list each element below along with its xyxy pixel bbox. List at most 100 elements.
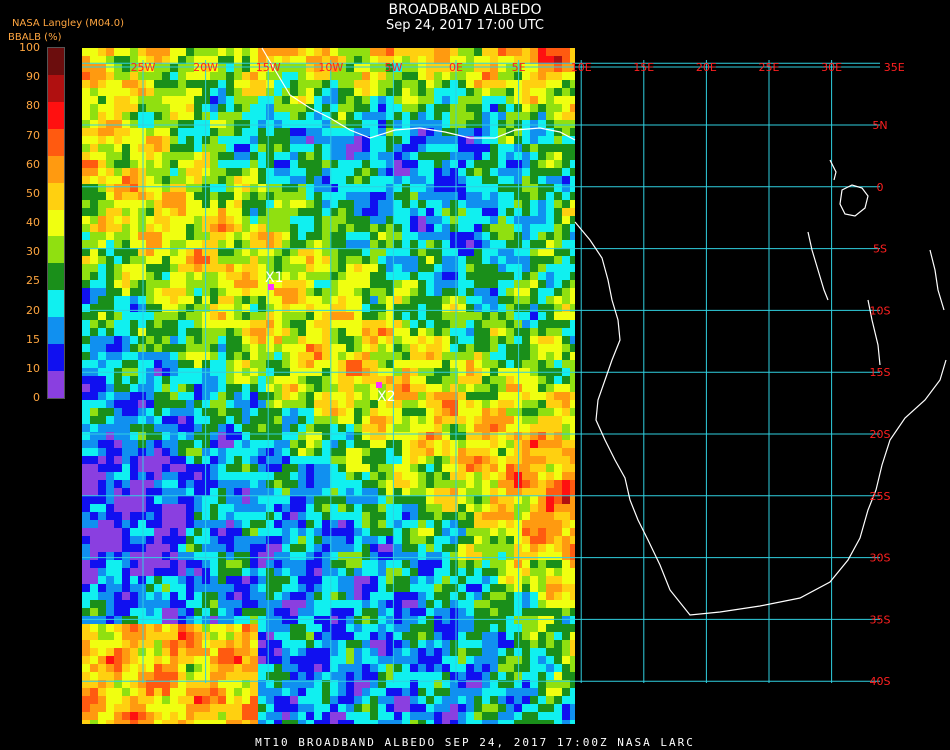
albedo-pixel <box>98 448 107 457</box>
albedo-pixel <box>490 48 499 57</box>
albedo-pixel <box>458 264 467 273</box>
albedo-pixel <box>418 512 427 521</box>
albedo-pixel <box>274 392 283 401</box>
albedo-pixel <box>458 392 467 401</box>
albedo-pixel <box>258 392 267 401</box>
albedo-pixel <box>546 328 555 337</box>
albedo-pixel <box>146 208 155 217</box>
albedo-pixel <box>338 216 347 225</box>
albedo-pixel <box>90 296 99 305</box>
albedo-pixel <box>410 600 419 609</box>
albedo-pixel <box>354 600 363 609</box>
albedo-pixel <box>466 672 475 681</box>
albedo-pixel <box>322 272 331 281</box>
albedo-pixel <box>306 472 315 481</box>
albedo-pixel <box>322 472 331 481</box>
albedo-pixel <box>274 120 283 129</box>
albedo-pixel <box>442 96 451 105</box>
albedo-pixel <box>570 408 575 417</box>
albedo-pixel <box>346 120 355 129</box>
albedo-pixel <box>402 248 411 257</box>
albedo-pixel <box>114 344 123 353</box>
albedo-pixel <box>122 240 131 249</box>
albedo-pixel <box>482 360 491 369</box>
albedo-pixel <box>98 536 107 545</box>
albedo-pixel <box>186 144 195 153</box>
albedo-pixel <box>474 448 483 457</box>
albedo-pixel <box>106 520 115 529</box>
albedo-pixel <box>418 216 427 225</box>
albedo-pixel <box>202 392 211 401</box>
albedo-pixel <box>410 456 419 465</box>
albedo-pixel <box>242 112 251 121</box>
albedo-pixel <box>154 48 163 57</box>
albedo-pixel <box>466 120 475 129</box>
albedo-pixel <box>218 472 227 481</box>
albedo-pixel <box>162 504 171 513</box>
albedo-pixel <box>490 560 499 569</box>
albedo-pixel <box>146 424 155 433</box>
albedo-pixel <box>498 272 507 281</box>
albedo-pixel <box>530 528 539 537</box>
albedo-pixel <box>466 216 475 225</box>
albedo-pixel <box>122 416 131 425</box>
albedo-pixel <box>170 200 179 209</box>
albedo-pixel <box>298 456 307 465</box>
albedo-pixel <box>346 640 355 649</box>
albedo-pixel <box>290 296 299 305</box>
albedo-pixel <box>498 432 507 441</box>
albedo-pixel <box>570 392 575 401</box>
albedo-pixel <box>554 216 563 225</box>
albedo-pixel <box>546 248 555 257</box>
albedo-pixel <box>90 376 99 385</box>
albedo-pixel <box>178 280 187 289</box>
albedo-pixel <box>170 224 179 233</box>
albedo-pixel <box>170 512 179 521</box>
albedo-pixel <box>498 312 507 321</box>
albedo-pixel <box>426 176 435 185</box>
albedo-pixel <box>202 200 211 209</box>
albedo-pixel <box>242 640 251 649</box>
albedo-pixel <box>530 64 539 73</box>
albedo-pixel <box>490 240 499 249</box>
albedo-pixel <box>282 304 291 313</box>
albedo-pixel <box>426 416 435 425</box>
albedo-pixel <box>482 600 491 609</box>
albedo-pixel <box>570 232 575 241</box>
albedo-pixel <box>482 440 491 449</box>
albedo-pixel <box>178 472 187 481</box>
albedo-pixel <box>442 440 451 449</box>
albedo-pixel <box>418 624 427 633</box>
albedo-pixel <box>250 304 259 313</box>
albedo-pixel <box>402 320 411 329</box>
albedo-pixel <box>498 472 507 481</box>
albedo-pixel <box>290 256 299 265</box>
albedo-pixel <box>538 448 547 457</box>
albedo-pixel <box>522 96 531 105</box>
albedo-pixel <box>530 488 539 497</box>
albedo-pixel <box>322 488 331 497</box>
albedo-pixel <box>306 288 315 297</box>
satellite-albedo-swath <box>82 48 575 724</box>
albedo-pixel <box>138 608 147 617</box>
albedo-pixel <box>98 640 107 649</box>
albedo-pixel <box>530 112 539 121</box>
albedo-pixel <box>226 496 235 505</box>
albedo-pixel <box>162 576 171 585</box>
albedo-pixel <box>554 200 563 209</box>
albedo-pixel <box>290 272 299 281</box>
albedo-pixel <box>506 120 515 129</box>
albedo-pixel <box>250 584 259 593</box>
albedo-pixel <box>282 344 291 353</box>
albedo-pixel <box>450 200 459 209</box>
albedo-pixel <box>474 600 483 609</box>
albedo-pixel <box>530 208 539 217</box>
albedo-pixel <box>114 352 123 361</box>
albedo-pixel <box>98 432 107 441</box>
albedo-pixel <box>202 400 211 409</box>
albedo-pixel <box>546 592 555 601</box>
albedo-pixel <box>378 112 387 121</box>
albedo-pixel <box>322 360 331 369</box>
albedo-pixel <box>410 200 419 209</box>
albedo-pixel <box>218 384 227 393</box>
